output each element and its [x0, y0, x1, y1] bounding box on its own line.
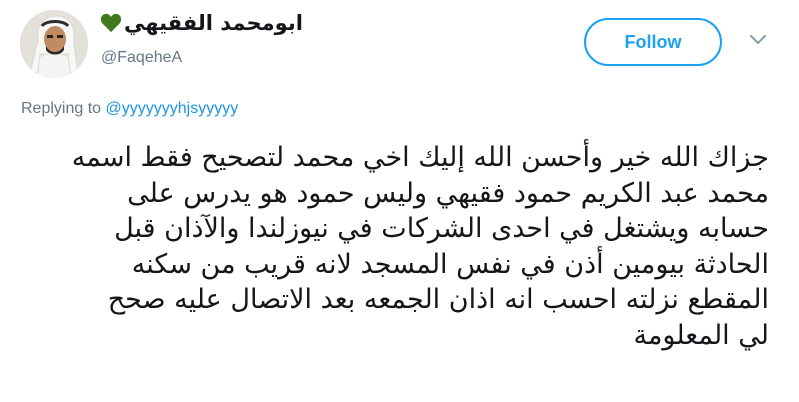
tweet-text: جزاك الله خير وأحسن الله إليك اخي محمد ل… [24, 140, 769, 353]
green-heart-icon [100, 13, 122, 33]
tweet-line: محمد عبد الكريم حمود فقيهي وليس حمود هو … [127, 177, 769, 209]
tweet-line: المقطع نزلته احسب انه اذان الجمعه بعد ال… [107, 284, 769, 315]
tweet-line: حسابه ويشتغل في احدى الشركات في نيوزلندا… [114, 213, 769, 244]
profile-photo [20, 10, 88, 78]
tweet-line: جزاك الله خير وأحسن الله إليك اخي محمد ل… [71, 142, 769, 173]
avatar[interactable] [20, 10, 88, 78]
chevron-down-icon[interactable] [750, 34, 766, 46]
name-row[interactable]: ابومحمد الفقيهي [100, 11, 303, 35]
user-handle[interactable]: @FaqeheA [101, 49, 182, 67]
tweet-line: الحادثة بيومين أذن في نفس المسجد لانه قر… [131, 248, 769, 280]
follow-button[interactable]: Follow [584, 18, 722, 66]
replying-to-label: Replying to [21, 100, 102, 117]
tweet-line: لي المعلومة [633, 319, 769, 351]
display-name[interactable]: ابومحمد الفقيهي [124, 11, 303, 35]
replying-to: Replying to @yyyyyyyhjsyyyyy [21, 100, 238, 118]
replying-to-link[interactable]: @yyyyyyyhjsyyyyy [106, 100, 239, 117]
